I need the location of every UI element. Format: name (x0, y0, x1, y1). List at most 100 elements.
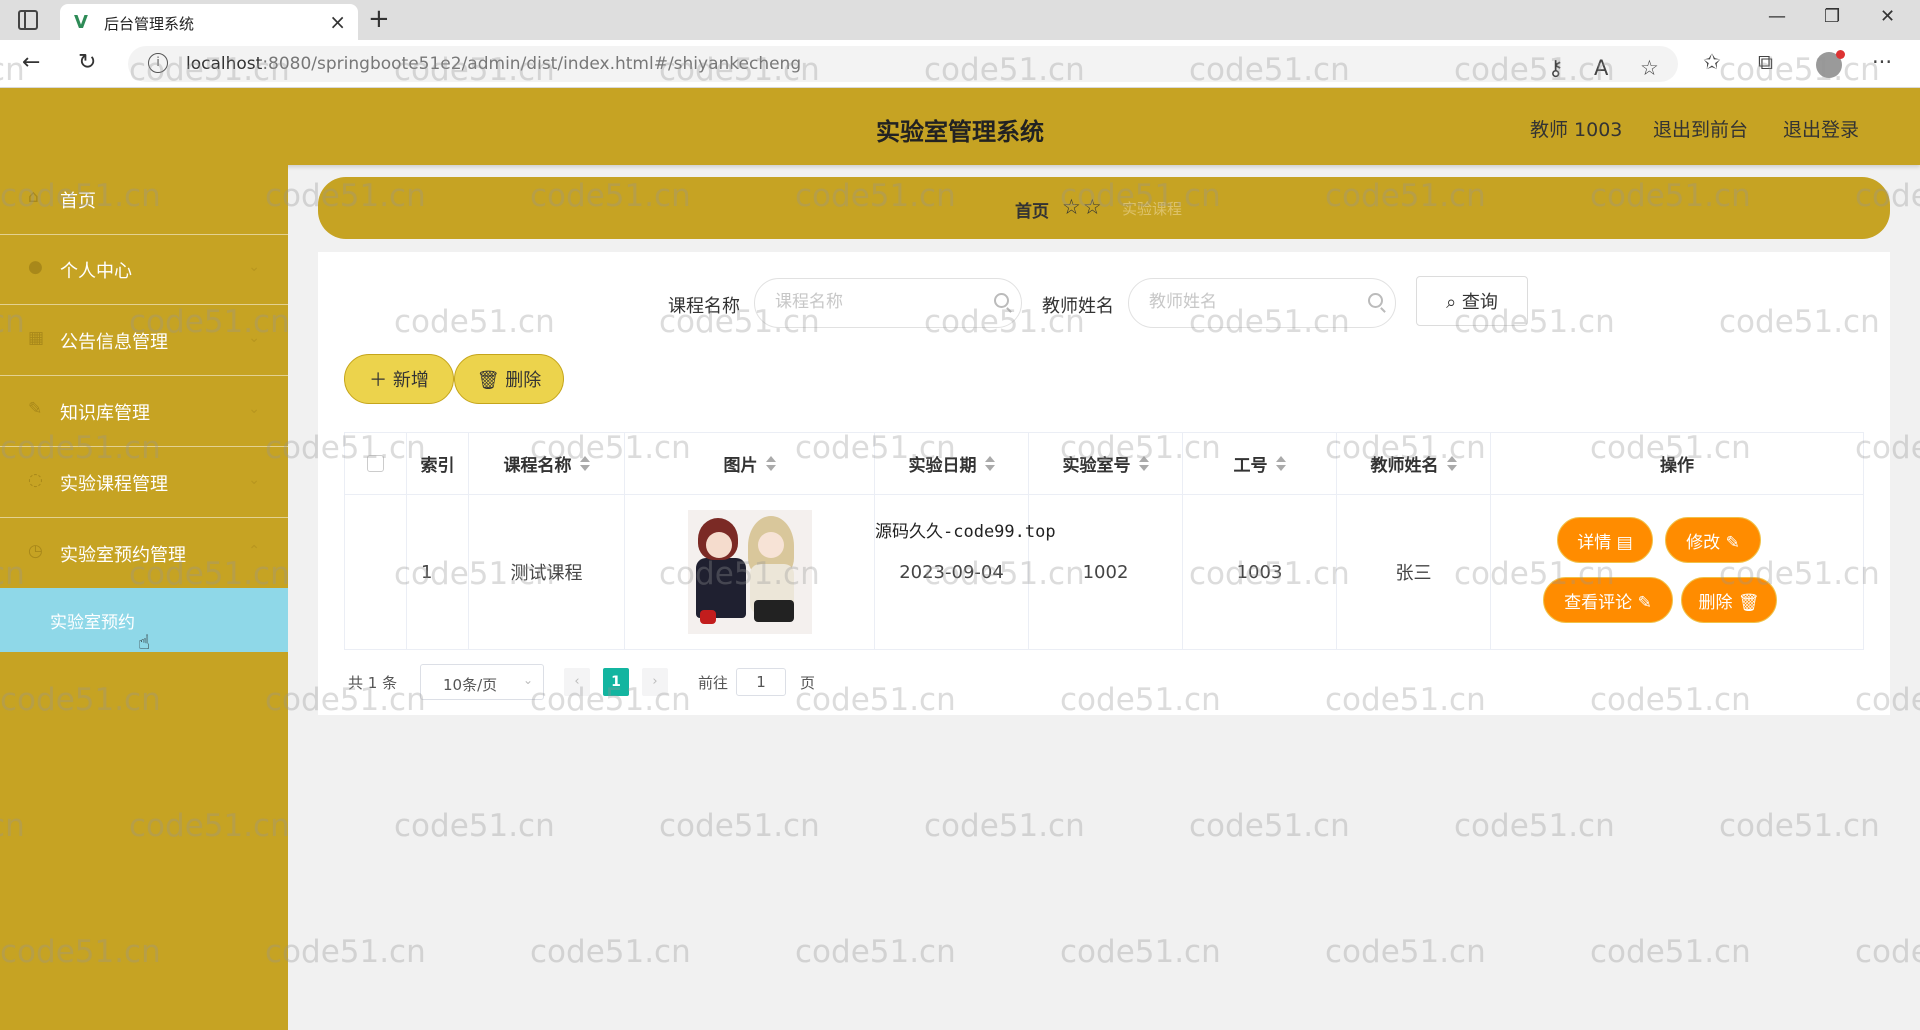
row-image-cell (625, 495, 875, 649)
col-job-no[interactable]: 工号 (1183, 433, 1337, 494)
reload-icon[interactable]: ↻ (78, 50, 96, 75)
course-icon: ◌ (28, 470, 43, 490)
teacher-name-label: 教师姓名 (1042, 296, 1114, 317)
watermark-text: code51.cn (265, 934, 426, 970)
watermark-text: code51.cn (1325, 934, 1486, 970)
page-number-current[interactable]: 1 (603, 668, 629, 696)
tab-close-icon[interactable]: × (329, 10, 346, 34)
batch-delete-button[interactable]: 🗑 删除 (454, 354, 564, 404)
row-index: 1 (407, 495, 469, 649)
read-aloud-icon[interactable]: A (1594, 56, 1608, 80)
app-header: 实验室管理系统 教师 1003 退出到前台 退出登录 (0, 88, 1920, 165)
course-name-search[interactable] (754, 278, 1022, 328)
page-size-value: 10条/页 (443, 676, 498, 694)
browser-tab[interactable]: V 后台管理系统 × (60, 4, 358, 40)
course-table: 索引 课程名称 图片 实验日期 实验室号 工号 教师姓名 操作 1 测试课程 源… (344, 432, 1864, 650)
browser-address-bar: ← ↻ i localhost:8080/springboote51e2/adm… (0, 40, 1920, 88)
add-button[interactable]: ＋ 新增 (344, 354, 454, 404)
watermark-text: code51.cn (1719, 808, 1880, 844)
chevron-down-icon: ⌄ (248, 472, 260, 488)
new-tab-icon[interactable]: + (368, 4, 390, 34)
tab-actions-icon[interactable] (18, 10, 38, 30)
sidebar-item-notices[interactable]: ▦ 公告信息管理 ⌄ (0, 306, 288, 376)
next-page-icon[interactable]: › (642, 668, 668, 696)
chevron-up-icon: ⌃ (248, 543, 260, 559)
sort-icon[interactable] (1138, 455, 1149, 472)
vue-logo-icon: V (74, 12, 88, 33)
sidebar-item-reservations[interactable]: ◷ 实验室预约管理 ⌃ (0, 519, 288, 589)
sidebar-item-profile[interactable]: ● 个人中心 ⌄ (0, 235, 288, 305)
row-date: 2023-09-04 (899, 561, 1004, 583)
page-suffix: 页 (800, 674, 816, 692)
breadcrumb-home[interactable]: 首页 (1015, 197, 1049, 222)
window-close-icon[interactable]: ✕ (1880, 6, 1895, 27)
select-all-checkbox[interactable] (367, 455, 384, 472)
detail-button[interactable]: 详情 ▤ (1557, 517, 1653, 563)
watermark-text: code51.cn (1189, 808, 1350, 844)
sort-icon[interactable] (1446, 455, 1457, 472)
sidebar-item-label: 个人中心 (60, 261, 132, 282)
site-info-icon[interactable]: i (148, 53, 168, 73)
sidebar-item-label: 知识库管理 (60, 403, 150, 424)
more-icon[interactable]: ··· (1872, 50, 1892, 74)
sort-icon[interactable] (579, 455, 590, 472)
restore-icon[interactable]: ❐ (1824, 6, 1840, 27)
query-button[interactable]: ⌕ 查询 (1416, 276, 1528, 326)
col-course-name[interactable]: 课程名称 (469, 433, 625, 494)
search-icon (994, 293, 1009, 308)
goto-label: 前往 (698, 674, 729, 692)
sort-icon[interactable] (765, 455, 776, 472)
table-header-row: 索引 课程名称 图片 实验日期 实验室号 工号 教师姓名 操作 (345, 433, 1863, 495)
page-size-select[interactable]: 10条/页 ⌄ (420, 664, 544, 700)
sort-icon[interactable] (1275, 455, 1286, 472)
app-title: 实验室管理系统 (876, 118, 1044, 146)
exit-to-front-link[interactable]: 退出到前台 (1653, 115, 1748, 142)
favorites-icon[interactable]: ✩ (1703, 50, 1721, 74)
sort-icon[interactable] (984, 455, 995, 472)
edit-button[interactable]: 修改 ✎ (1665, 517, 1761, 563)
course-thumbnail[interactable] (687, 510, 812, 634)
url-field[interactable]: i localhost:8080/springboote51e2/admin/d… (128, 46, 1678, 82)
favorite-add-icon[interactable]: ☆ (1640, 56, 1659, 80)
current-user: 教师 1003 (1530, 119, 1623, 141)
minimize-icon[interactable]: — (1768, 6, 1786, 27)
sidebar-item-courses[interactable]: ◌ 实验课程管理 ⌄ (0, 448, 288, 518)
star-icon: ☆☆ (1062, 195, 1104, 219)
watermark-text: code51.cn (394, 808, 555, 844)
col-index: 索引 (407, 433, 469, 494)
delete-row-button[interactable]: 删除 🗑 (1681, 577, 1777, 623)
table-row: 1 测试课程 源码久久-code99.top 2023-09-04 1002 1… (345, 495, 1863, 649)
teacher-name-search[interactable] (1128, 278, 1396, 328)
calendar-icon: ◷ (28, 541, 43, 561)
view-comments-button[interactable]: 查看评论 ✎ (1543, 577, 1673, 623)
profile-avatar[interactable] (1816, 50, 1845, 78)
course-name-input[interactable] (773, 291, 983, 313)
goto-page-input[interactable] (736, 668, 786, 696)
teacher-name-input[interactable] (1147, 291, 1357, 313)
course-name-label: 课程名称 (668, 296, 740, 317)
key-icon[interactable]: ⚷ (1548, 56, 1563, 80)
sidebar-item-knowledge[interactable]: ✎ 知识库管理 ⌄ (0, 377, 288, 447)
tab-title: 后台管理系统 (104, 15, 195, 33)
col-image[interactable]: 图片 (625, 433, 875, 494)
chevron-down-icon: ⌄ (248, 259, 260, 275)
watermark-text: code51.cn (1855, 934, 1920, 970)
sidebar-item-home[interactable]: ⌂ 首页 (0, 165, 288, 235)
add-button-label: 新增 (392, 370, 429, 391)
watermark-text: code51.cn (1454, 808, 1615, 844)
col-teacher[interactable]: 教师姓名 (1337, 433, 1491, 494)
batch-delete-button-label: 删除 (505, 370, 542, 391)
collections-icon[interactable]: ⧉ (1758, 50, 1773, 75)
watermark-text: code51.cn (795, 934, 956, 970)
book-icon: ✎ (28, 399, 43, 419)
query-button-label: 查询 (1461, 292, 1498, 313)
mouse-cursor-icon: ☝ (138, 630, 151, 654)
col-date[interactable]: 实验日期 (875, 433, 1029, 494)
back-icon[interactable]: ← (22, 50, 40, 75)
col-room[interactable]: 实验室号 (1029, 433, 1183, 494)
logout-link[interactable]: 退出登录 (1783, 115, 1859, 142)
watermark-text: code51.cn (659, 808, 820, 844)
url-text: localhost:8080/springboote51e2/admin/dis… (186, 54, 802, 74)
chevron-down-icon: ⌄ (522, 673, 533, 687)
prev-page-icon[interactable]: ‹ (564, 668, 590, 696)
